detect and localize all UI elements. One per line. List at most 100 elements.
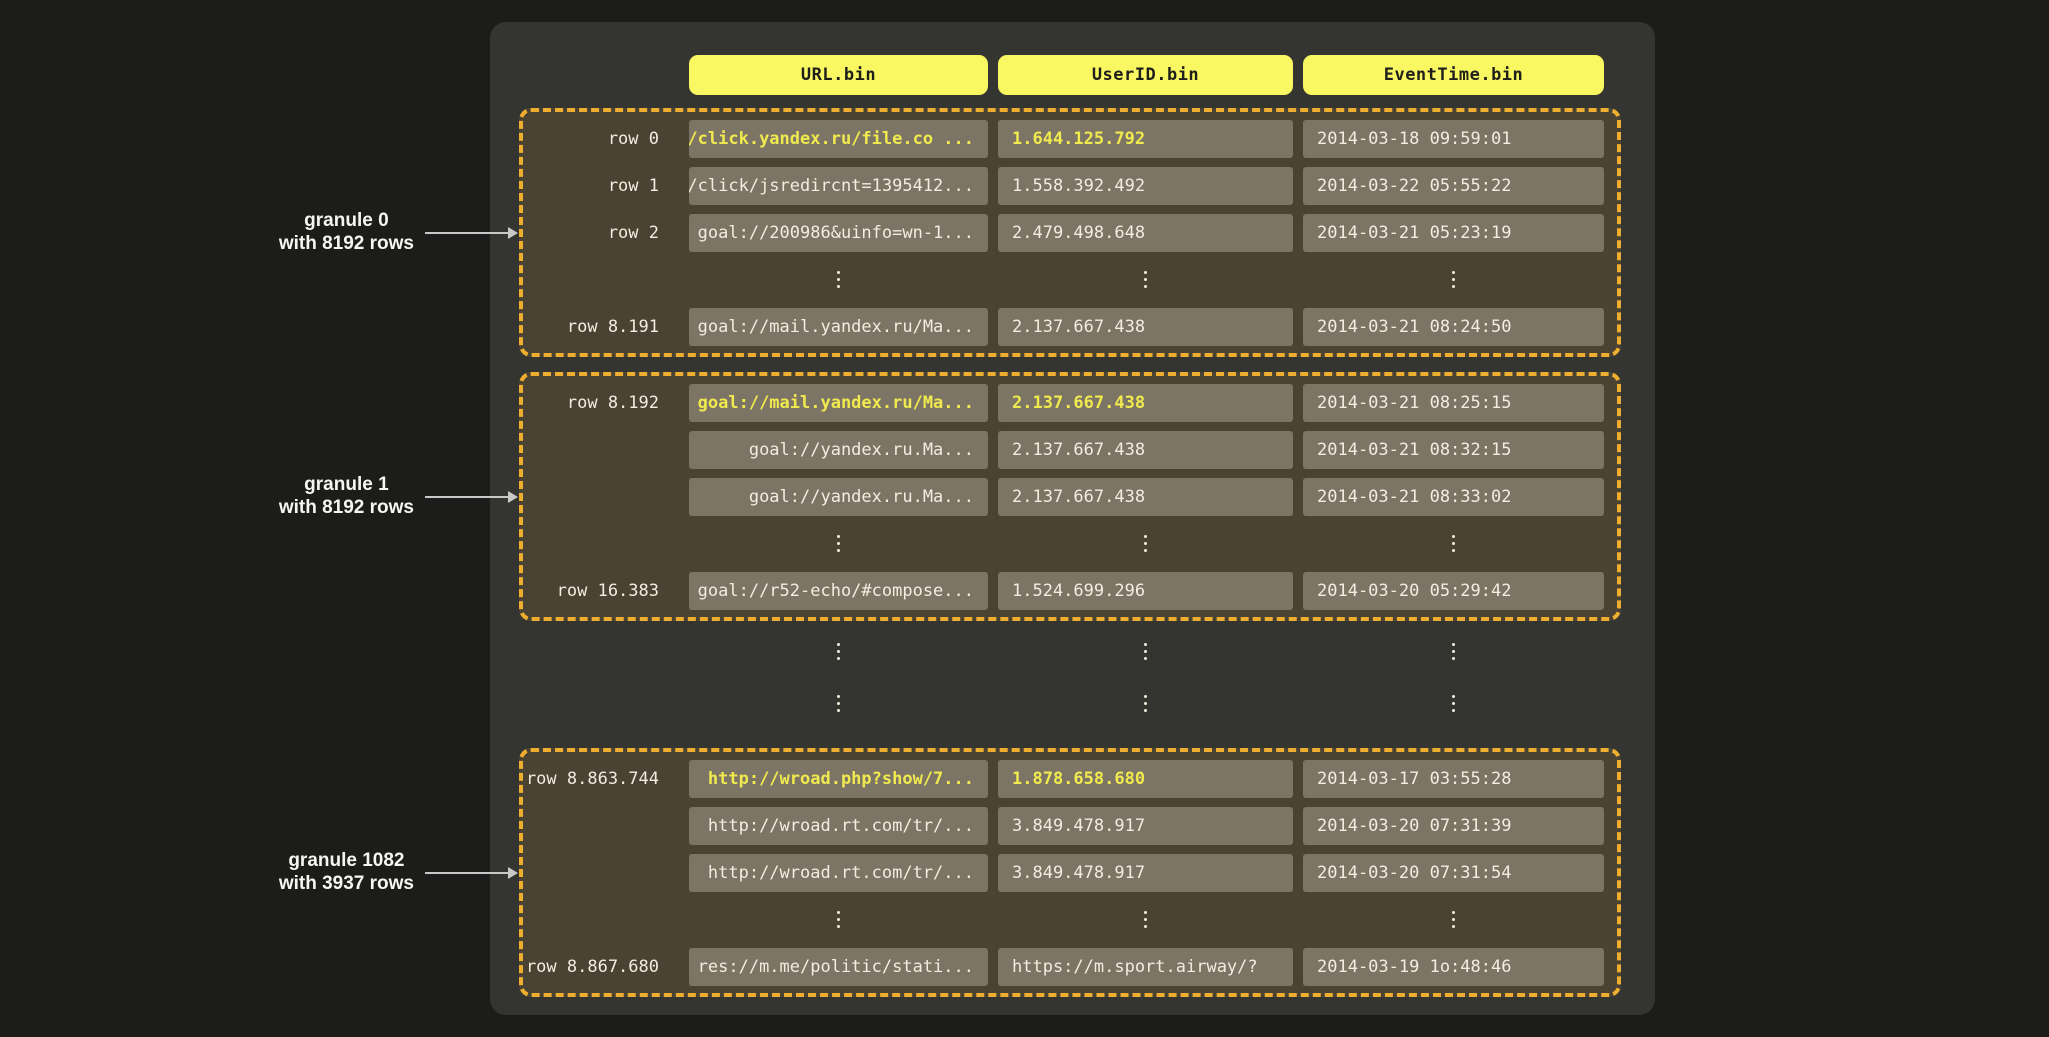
vertical-ellipsis-icon xyxy=(837,643,840,660)
ellipsis-cell xyxy=(998,525,1293,563)
granule-label-line1: granule 1082 xyxy=(279,850,414,872)
cell-url: http://wroad.rt.com/tr/... xyxy=(689,854,988,892)
cell-eventtime: 2014-03-21 08:24:50 xyxy=(1303,308,1604,346)
table-row: row 2 goal://200986&uinfo=wn-1... 2.479.49… xyxy=(523,209,1617,256)
table-row: row 8.863.744 http://wroad.php?show/7... 1… xyxy=(523,755,1617,802)
cell-url: res://m.me/politic/stati... xyxy=(689,948,988,986)
cell-eventtime: 2014-03-19 1o:48:46 xyxy=(1303,948,1604,986)
table-row: http://wroad.rt.com/tr/... 3.849.478.917 2… xyxy=(523,802,1617,849)
cell-eventtime: 2014-03-18 09:59:01 xyxy=(1303,120,1604,158)
row-index-label: row 0 xyxy=(523,129,679,149)
vertical-ellipsis-icon xyxy=(1452,535,1455,552)
ellipsis-cell xyxy=(1303,901,1604,939)
granule-label: granule 1with 8192 rows xyxy=(230,473,519,521)
ellipsis-row xyxy=(523,256,1617,303)
column-headers: URL.bin UserID.bin EventTime.bin xyxy=(523,55,1655,95)
ellipsis-cell xyxy=(998,684,1293,722)
cell-userid: 2.137.667.438 xyxy=(998,431,1293,469)
cell-userid: 2.137.667.438 xyxy=(998,478,1293,516)
ellipsis-cell xyxy=(689,632,988,670)
granule-label-text: granule 0with 8192 rows xyxy=(279,210,414,254)
cell-userid: 1.558.392.492 xyxy=(998,167,1293,205)
granules-diagram: URL.bin UserID.bin EventTime.bin row 0/c… xyxy=(0,0,2049,1037)
cell-eventtime: 2014-03-21 05:23:19 xyxy=(1303,214,1604,252)
table-row: row 8.867.680 res://m.me/politic/stati...… xyxy=(523,943,1617,990)
row-index-label: row 8.863.744 xyxy=(523,769,679,789)
cell-userid: 3.849.478.917 xyxy=(998,854,1293,892)
cell-eventtime: 2014-03-21 08:25:15 xyxy=(1303,384,1604,422)
table-row: goal://yandex.ru.Ma...2.137.667.4382014-… xyxy=(523,473,1617,520)
row-index-label: row 8.192 xyxy=(523,393,679,413)
cell-url: goal://mail.yandex.ru/Ma... xyxy=(689,308,988,346)
granule-boxes: row 0/click.yandex.ru/file.co ... 1.644.1… xyxy=(490,108,1655,997)
cell-eventtime: 2014-03-21 08:33:02 xyxy=(1303,478,1604,516)
cell-url: goal://r52-echo/#compose... xyxy=(689,572,988,610)
cell-url: goal://yandex.ru.Ma... xyxy=(689,431,988,469)
cell-userid: 2.137.667.438 xyxy=(998,308,1293,346)
cell-eventtime: 2014-03-20 07:31:54 xyxy=(1303,854,1604,892)
cell-userid: 2.479.498.648 xyxy=(998,214,1293,252)
table-row: goal://yandex.ru.Ma... 2.137.667.438 2014-… xyxy=(523,426,1617,473)
granule-label-line2: with 8192 rows xyxy=(279,233,414,255)
column-header-eventtime-bin: EventTime.bin xyxy=(1303,55,1604,95)
vertical-ellipsis-icon xyxy=(1452,911,1455,928)
column-header-url-bin: URL.bin xyxy=(689,55,988,95)
cell-url: goal://mail.yandex.ru/Ma... xyxy=(689,384,988,422)
cell-eventtime: 2014-03-20 05:29:42 xyxy=(1303,572,1604,610)
cell-userid: 1.524.699.296 xyxy=(998,572,1293,610)
granule-label-text: granule 1082with 3937 rows xyxy=(279,850,414,894)
ellipsis-cell xyxy=(998,632,1293,670)
vertical-ellipsis-icon xyxy=(837,535,840,552)
ellipsis-row xyxy=(523,677,1617,729)
cell-url: http://wroad.rt.com/tr/... xyxy=(689,807,988,845)
ellipsis-cell xyxy=(1303,632,1604,670)
cell-eventtime: 2014-03-20 07:31:39 xyxy=(1303,807,1604,845)
vertical-ellipsis-icon xyxy=(1144,695,1147,712)
ellipsis-cell xyxy=(1303,525,1604,563)
cell-userid: 1.878.658.680 xyxy=(998,760,1293,798)
ellipsis-cell xyxy=(689,684,988,722)
arrow-right-icon xyxy=(424,226,519,240)
vertical-ellipsis-icon xyxy=(1144,643,1147,660)
table-row: row 1/click/jsredircnt=1395412...1.558.3… xyxy=(523,162,1617,209)
vertical-ellipsis-icon xyxy=(1452,643,1455,660)
cell-eventtime: 2014-03-17 03:55:28 xyxy=(1303,760,1604,798)
cell-url: /click.yandex.ru/file.co ... xyxy=(689,120,988,158)
vertical-ellipsis-icon xyxy=(1452,271,1455,288)
granule-box: row 8.863.744 http://wroad.php?show/7... 1… xyxy=(519,748,1621,997)
granule-label-text: granule 1with 8192 rows xyxy=(279,474,414,518)
cell-url: goal://200986&uinfo=wn-1... xyxy=(689,214,988,252)
ellipsis-cell xyxy=(1303,261,1604,299)
cell-userid: 3.849.478.917 xyxy=(998,807,1293,845)
cell-eventtime: 2014-03-21 08:32:15 xyxy=(1303,431,1604,469)
granule-label: granule 0with 8192 rows xyxy=(230,209,519,257)
cell-eventtime: 2014-03-22 05:55:22 xyxy=(1303,167,1604,205)
ellipsis-cell xyxy=(689,261,988,299)
cell-userid: https://m.sport.airway/? xyxy=(998,948,1293,986)
between-granules-ellipsis xyxy=(519,621,1621,733)
row-index-label: row 8.867.680 xyxy=(523,957,679,977)
column-header-userid-bin: UserID.bin xyxy=(998,55,1293,95)
ellipsis-cell xyxy=(998,261,1293,299)
table-row: row 0/click.yandex.ru/file.co ... 1.644.1… xyxy=(523,115,1617,162)
granule-box: row 8.192 goal://mail.yandex.ru/Ma... 2.13… xyxy=(519,372,1621,621)
table-row: row 8.191goal://mail.yandex.ru/Ma...2.13… xyxy=(523,303,1617,350)
ellipsis-cell xyxy=(998,901,1293,939)
cell-userid: 1.644.125.792 xyxy=(998,120,1293,158)
granule-label-line2: with 3937 rows xyxy=(279,873,414,895)
table-row: row 8.192 goal://mail.yandex.ru/Ma... 2.13… xyxy=(523,379,1617,426)
cell-userid: 2.137.667.438 xyxy=(998,384,1293,422)
ellipsis-row xyxy=(523,625,1617,677)
row-index-label: row 2 xyxy=(523,223,679,243)
vertical-ellipsis-icon xyxy=(1144,271,1147,288)
ellipsis-cell xyxy=(689,525,988,563)
granule-label-line1: granule 1 xyxy=(279,474,414,496)
arrow-right-icon xyxy=(424,866,519,880)
ellipsis-cell xyxy=(1303,684,1604,722)
vertical-ellipsis-icon xyxy=(837,911,840,928)
cell-url: http://wroad.php?show/7... xyxy=(689,760,988,798)
vertical-ellipsis-icon xyxy=(837,695,840,712)
granule-box: row 0/click.yandex.ru/file.co ... 1.644.1… xyxy=(519,108,1621,357)
arrow-right-icon xyxy=(424,490,519,504)
cell-url: /click/jsredircnt=1395412... xyxy=(689,167,988,205)
